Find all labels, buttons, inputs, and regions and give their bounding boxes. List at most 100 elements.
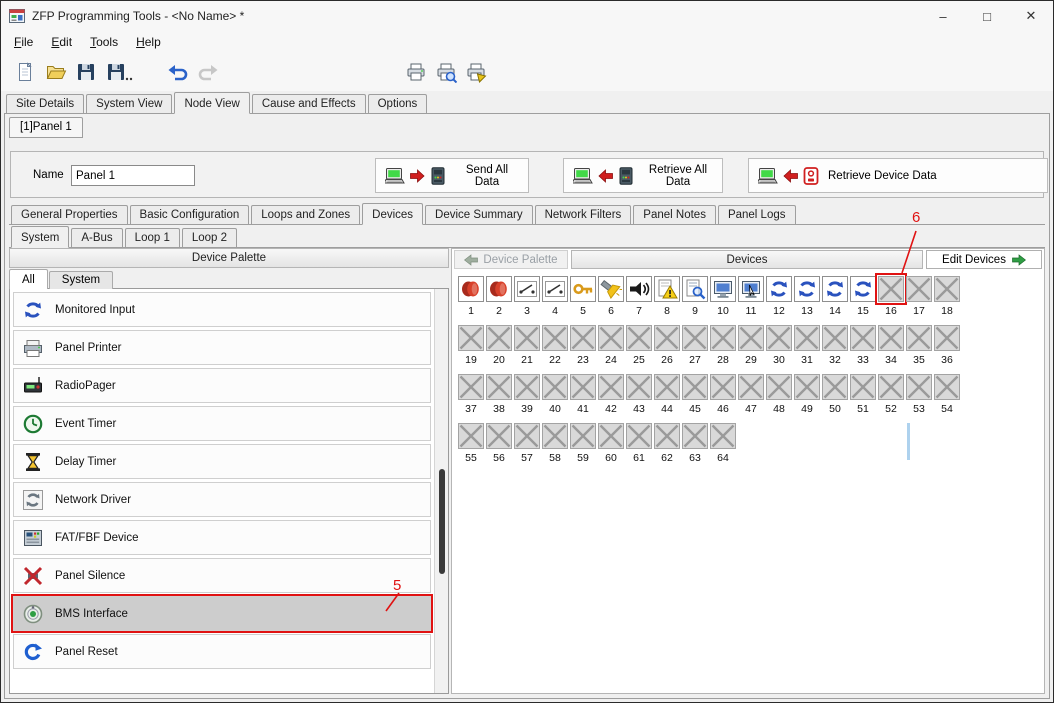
device-slot-20[interactable]: 20 [485,325,513,374]
device-slot-19[interactable]: 19 [457,325,485,374]
edit-devices-button[interactable]: Edit Devices [926,250,1042,269]
monitor-icon[interactable] [710,276,736,302]
empty-slot-icon[interactable] [850,374,876,400]
tab-cause-and-effects[interactable]: Cause and Effects [252,94,366,113]
empty-slot-icon[interactable] [794,374,820,400]
switch-icon[interactable] [542,276,568,302]
panel-name-input[interactable] [71,165,195,186]
palette-item-bms-interface[interactable]: BMS Interface [13,596,431,631]
palette-tab-all[interactable]: All [9,269,48,289]
empty-slot-icon[interactable] [626,325,652,351]
device-slot-12[interactable]: 12 [765,276,793,325]
empty-slot-icon[interactable] [654,374,680,400]
empty-slot-icon[interactable] [682,423,708,449]
retrieve-all-data-button[interactable]: Retrieve All Data [563,158,723,193]
tab-loop-1[interactable]: Loop 1 [125,228,180,247]
empty-slot-icon[interactable] [542,423,568,449]
tab-panel-notes[interactable]: Panel Notes [633,205,716,224]
device-slot-26[interactable]: 26 [653,325,681,374]
empty-slot-icon[interactable] [542,325,568,351]
device-slot-45[interactable]: 45 [681,374,709,423]
open-file-button[interactable] [41,58,71,86]
empty-slot-icon[interactable] [514,374,540,400]
undo-button[interactable] [163,58,193,86]
device-slot-39[interactable]: 39 [513,374,541,423]
menu-item-help[interactable]: Help [127,32,170,52]
empty-slot-icon[interactable] [654,325,680,351]
tab-panel-logs[interactable]: Panel Logs [718,205,796,224]
device-slot-16[interactable]: 16 [877,276,905,325]
tab-loop-2[interactable]: Loop 2 [182,228,237,247]
panel-tab[interactable]: [1]Panel 1 [9,117,83,138]
device-slot-64[interactable]: 64 [709,423,737,472]
print-preview-button[interactable] [431,58,461,86]
device-slot-32[interactable]: 32 [821,325,849,374]
tab-network-filters[interactable]: Network Filters [535,205,632,224]
device-slot-62[interactable]: 62 [653,423,681,472]
device-slot-2[interactable]: 2 [485,276,513,325]
sounder-icon[interactable] [486,276,512,302]
device-slot-33[interactable]: 33 [849,325,877,374]
empty-slot-icon[interactable] [598,374,624,400]
menu-item-tools[interactable]: Tools [81,32,127,52]
empty-slot-icon[interactable] [878,276,904,302]
monitored-input-icon[interactable] [794,276,820,302]
device-slot-25[interactable]: 25 [625,325,653,374]
device-slot-40[interactable]: 40 [541,374,569,423]
palette-scrollbar[interactable] [434,289,448,693]
empty-slot-icon[interactable] [738,374,764,400]
device-slot-29[interactable]: 29 [737,325,765,374]
torch-icon[interactable] [598,276,624,302]
palette-item-monitored-input[interactable]: Monitored Input [13,292,431,327]
empty-slot-icon[interactable] [878,325,904,351]
minimize-button[interactable]: – [921,1,965,31]
menu-item-file[interactable]: File [5,32,42,52]
tab-devices[interactable]: Devices [362,203,423,225]
empty-slot-icon[interactable] [738,325,764,351]
device-slot-55[interactable]: 55 [457,423,485,472]
monitored-input-icon[interactable] [822,276,848,302]
device-slot-23[interactable]: 23 [569,325,597,374]
empty-slot-icon[interactable] [458,423,484,449]
new-file-button[interactable] [11,58,41,86]
empty-slot-icon[interactable] [458,374,484,400]
device-slot-28[interactable]: 28 [709,325,737,374]
empty-slot-icon[interactable] [570,325,596,351]
menu-item-edit[interactable]: Edit [42,32,81,52]
empty-slot-icon[interactable] [906,374,932,400]
empty-slot-icon[interactable] [598,423,624,449]
empty-slot-icon[interactable] [682,325,708,351]
device-slot-6[interactable]: 6 [597,276,625,325]
alarm-doc-icon[interactable] [654,276,680,302]
empty-slot-icon[interactable] [514,325,540,351]
device-slot-3[interactable]: 3 [513,276,541,325]
device-slot-9[interactable]: 9 [681,276,709,325]
touch-screen-icon[interactable] [738,276,764,302]
device-slot-57[interactable]: 57 [513,423,541,472]
report-icon[interactable] [682,276,708,302]
device-slot-10[interactable]: 10 [709,276,737,325]
palette-item-network-driver[interactable]: Network Driver [13,482,431,517]
device-slot-38[interactable]: 38 [485,374,513,423]
device-slot-4[interactable]: 4 [541,276,569,325]
empty-slot-icon[interactable] [906,325,932,351]
device-slot-14[interactable]: 14 [821,276,849,325]
key-icon[interactable] [570,276,596,302]
device-slot-17[interactable]: 17 [905,276,933,325]
empty-slot-icon[interactable] [682,374,708,400]
monitored-input-icon[interactable] [850,276,876,302]
maximize-button[interactable]: □ [965,1,1009,31]
retrieve-device-data-button[interactable]: Retrieve Device Data [748,158,1048,193]
empty-slot-icon[interactable] [710,423,736,449]
palette-item-delay-timer[interactable]: Delay Timer [13,444,431,479]
empty-slot-icon[interactable] [486,423,512,449]
device-slot-37[interactable]: 37 [457,374,485,423]
monitored-input-icon[interactable] [766,276,792,302]
empty-slot-icon[interactable] [934,325,960,351]
close-button[interactable]: ✕ [1009,1,1053,31]
empty-slot-icon[interactable] [626,423,652,449]
device-slot-53[interactable]: 53 [905,374,933,423]
empty-slot-icon[interactable] [906,276,932,302]
tab-node-view[interactable]: Node View [174,92,249,114]
empty-slot-icon[interactable] [486,374,512,400]
